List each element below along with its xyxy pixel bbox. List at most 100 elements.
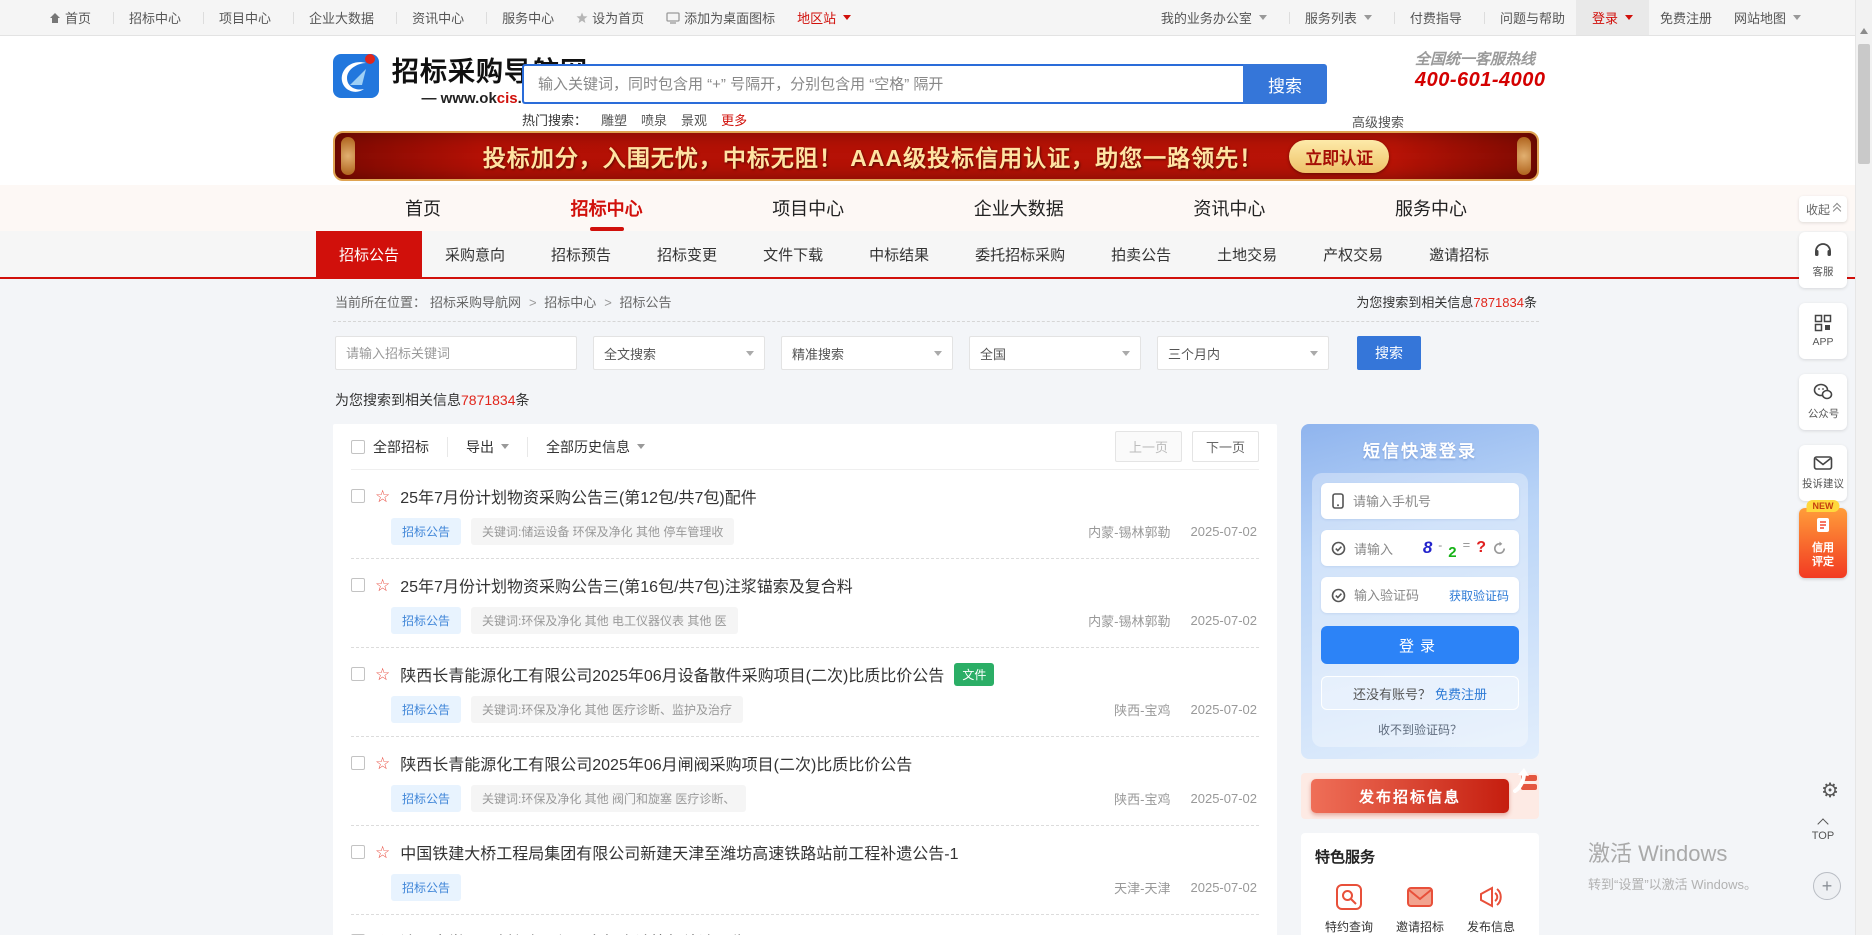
hot-keyword[interactable]: 景观	[681, 110, 707, 129]
favorite-star-icon[interactable]: ☆	[375, 844, 390, 861]
service-publish-info[interactable]: 发布信息	[1461, 883, 1521, 935]
topbar-project-center[interactable]: 项目中心	[192, 0, 282, 35]
get-code-link[interactable]: 获取验证码	[1449, 587, 1509, 604]
phone-field[interactable]	[1321, 483, 1519, 519]
paid-guide[interactable]: 付费指导	[1383, 0, 1473, 35]
search-button[interactable]: 搜索	[1243, 64, 1327, 104]
help-link[interactable]: 问题与帮助	[1473, 0, 1576, 35]
back-to-top-button[interactable]: TOP	[1803, 820, 1843, 842]
tab-bid-preview[interactable]: 招标预告	[528, 231, 634, 277]
region-sites[interactable]: 地区站	[786, 0, 862, 35]
publish-bid-button[interactable]: 发布招标信息	[1311, 779, 1509, 813]
set-homepage[interactable]: 设为首页	[565, 0, 655, 35]
search-input[interactable]	[522, 64, 1243, 104]
code-input[interactable]	[1354, 588, 1441, 603]
favorite-star-icon[interactable]: ☆	[375, 488, 390, 505]
rail-customer-service[interactable]: 客服	[1799, 232, 1847, 288]
advanced-search-link[interactable]: 高级搜索	[1352, 112, 1404, 131]
plus-button[interactable]: +	[1813, 872, 1841, 900]
add-desktop-icon-link[interactable]: 添加为桌面图标	[655, 0, 786, 35]
nav-item-service-center[interactable]: 服务中心	[1391, 187, 1471, 229]
category-tag[interactable]: 招标公告	[391, 607, 461, 634]
login-link[interactable]: 登录	[1576, 0, 1649, 35]
topbar-service-center[interactable]: 服务中心	[475, 0, 565, 35]
item-title[interactable]: 25年7月份计划物资采购公告三(第16包/共7包)注浆锚索及复合料	[400, 573, 853, 597]
prev-page-button[interactable]: 上一页	[1115, 431, 1182, 462]
filter-search-button[interactable]: 搜索	[1357, 336, 1421, 370]
category-tag[interactable]: 招标公告	[391, 696, 461, 723]
favorite-star-icon[interactable]: ☆	[375, 577, 390, 594]
item-title[interactable]: 陕西长青能源化工有限公司2025年06月闸阀采购项目(二次)比质比价公告	[400, 751, 912, 775]
topbar-bidding-center[interactable]: 招标中心	[102, 0, 192, 35]
no-code-link[interactable]: 收不到验证码？	[1321, 721, 1519, 738]
scrollbar-thumb[interactable]	[1858, 44, 1870, 164]
filter-keyword-input[interactable]	[335, 336, 577, 370]
page-scrollbar[interactable]	[1855, 0, 1872, 935]
service-invite-bid[interactable]: 邀请招标	[1390, 883, 1450, 935]
gear-icon[interactable]: ⚙	[1821, 778, 1839, 802]
scroll-up-arrow-icon[interactable]	[1860, 28, 1868, 34]
phone-input[interactable]	[1353, 494, 1509, 509]
select-all-checkbox[interactable]	[351, 440, 365, 454]
collapse-rail-button[interactable]: 收起	[1799, 196, 1847, 222]
tab-bid-announcement[interactable]: 招标公告	[316, 231, 422, 277]
next-page-button[interactable]: 下一页	[1192, 431, 1259, 462]
category-tag[interactable]: 招标公告	[391, 874, 461, 901]
rail-app[interactable]: APP	[1799, 303, 1847, 359]
tab-bid-change[interactable]: 招标变更	[634, 231, 740, 277]
category-tag[interactable]: 招标公告	[391, 785, 461, 812]
captcha-field[interactable]: 请输入 8 - 2 = ?	[1321, 530, 1519, 566]
service-special-query[interactable]: 特约查询	[1319, 883, 1379, 935]
credit-rating-widget[interactable]: NEW 信用评定	[1799, 508, 1847, 578]
breadcrumb-site[interactable]: 招标采购导航网	[430, 292, 521, 311]
certify-now-button[interactable]: 立即认证	[1289, 140, 1389, 173]
tab-file-download[interactable]: 文件下载	[740, 231, 846, 277]
export-dropdown[interactable]: 导出	[447, 437, 509, 457]
rail-wechat[interactable]: 公众号	[1799, 374, 1847, 430]
nav-item-project-center[interactable]: 项目中心	[768, 187, 848, 229]
tab-invited-bidding[interactable]: 邀请招标	[1406, 231, 1512, 277]
tab-entrusted-bidding[interactable]: 委托招标采购	[952, 231, 1088, 277]
hot-keyword[interactable]: 喷泉	[641, 110, 667, 129]
history-dropdown[interactable]: 全部历史信息	[527, 437, 645, 457]
register-link[interactable]: 免费注册	[1649, 0, 1723, 35]
nav-item-bidding-center[interactable]: 招标中心	[567, 187, 647, 229]
tab-property-trade[interactable]: 产权交易	[1300, 231, 1406, 277]
item-checkbox[interactable]	[351, 578, 365, 592]
tab-land-trade[interactable]: 土地交易	[1194, 231, 1300, 277]
sitemap-link[interactable]: 网站地图	[1723, 0, 1812, 35]
filter-precision-select[interactable]: 精准搜索	[781, 336, 953, 370]
item-title[interactable]: 中国铁建大桥工程局集团有限公司新建天津至潍坊高速铁路站前工程补遗公告-1	[400, 840, 958, 864]
promo-banner[interactable]: 投标加分，入围无忧，中标无阻！ AAA级投标信用认证，助您一路领先！ 立即认证	[333, 131, 1539, 181]
item-title[interactable]: 陕西长青能源化工有限公司2025年06月设备散件采购项目(二次)比质比价公告	[400, 662, 944, 686]
nav-item-home[interactable]: 首页	[401, 187, 445, 229]
tab-award-result[interactable]: 中标结果	[846, 231, 952, 277]
topbar-home[interactable]: 首页	[38, 0, 102, 35]
item-checkbox[interactable]	[351, 845, 365, 859]
topbar-enterprise-data[interactable]: 企业大数据	[282, 0, 385, 35]
rail-feedback[interactable]: 投诉建议	[1799, 445, 1847, 501]
refresh-icon[interactable]	[1492, 541, 1507, 556]
free-register-link[interactable]: 免费注册	[1435, 684, 1487, 703]
tab-purchase-intent[interactable]: 采购意向	[422, 231, 528, 277]
filter-timerange-select[interactable]: 三个月内	[1157, 336, 1329, 370]
breadcrumb-announcement[interactable]: 招标公告	[600, 292, 671, 311]
item-title[interactable]: 25年7月份计划物资采购公告三(第12包/共7包)配件	[400, 484, 757, 508]
my-business-office[interactable]: 我的业务办公室	[1150, 0, 1278, 35]
breadcrumb-bidding-center[interactable]: 招标中心	[525, 292, 596, 311]
favorite-star-icon[interactable]: ☆	[375, 666, 390, 683]
code-field[interactable]: 获取验证码	[1321, 577, 1519, 613]
item-checkbox[interactable]	[351, 489, 365, 503]
item-title[interactable]: 渝西中学B区改扩建工程配套机房计算机补遗公告-1	[400, 929, 761, 935]
nav-item-news-center[interactable]: 资讯中心	[1189, 187, 1269, 229]
hot-keyword[interactable]: 雕塑	[601, 110, 627, 129]
filter-fulltext-select[interactable]: 全文搜索	[593, 336, 765, 370]
favorite-star-icon[interactable]: ☆	[375, 755, 390, 772]
topbar-news-center[interactable]: 资讯中心	[385, 0, 475, 35]
tab-auction-announcement[interactable]: 拍卖公告	[1088, 231, 1194, 277]
login-button[interactable]: 登录	[1321, 626, 1519, 664]
category-tag[interactable]: 招标公告	[391, 518, 461, 545]
item-checkbox[interactable]	[351, 667, 365, 681]
nav-item-enterprise-data[interactable]: 企业大数据	[970, 187, 1068, 229]
filter-region-select[interactable]: 全国	[969, 336, 1141, 370]
